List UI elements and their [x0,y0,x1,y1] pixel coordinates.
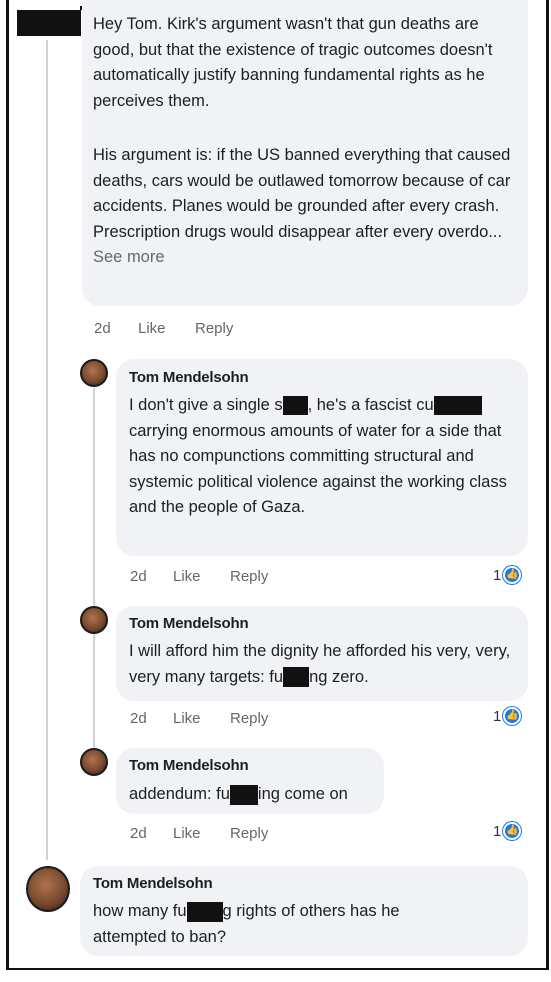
reply-author[interactable]: Tom Mendelsohn [129,367,249,389]
avatar[interactable] [80,606,108,634]
reply-time[interactable]: 2d [130,710,147,727]
like-button[interactable]: Like [173,825,201,842]
reply-button[interactable]: Reply [230,568,268,585]
redaction-box [283,667,310,688]
reply-text-part: carrying enormous amounts of water for a… [129,421,512,517]
reply-button[interactable]: Reply [230,710,268,727]
like-button[interactable]: Like [138,320,166,337]
frame-right-border [546,0,549,970]
comment-text-part: how many fu [93,902,187,920]
reply-text: addendum: fu ing come on [129,782,379,808]
reaction-count-value: 1 [493,707,502,725]
frame-bottom-border [6,968,549,970]
reaction-count[interactable]: 1 👍 [493,707,522,725]
reaction-count-value: 1 [493,566,502,584]
redaction-box [229,784,258,805]
reply-thread-line [93,388,95,768]
reply-time[interactable]: 2d [130,568,147,585]
reply-text-part: ng zero. [309,667,369,686]
comment-text-body: His argument is: if the US banned everyt… [93,146,515,241]
reply-author[interactable]: Tom Mendelsohn [129,755,249,777]
reply-text: I will afford him the dignity he afforde… [129,639,521,690]
reply-text-part: , he's a fascist cu [307,396,434,414]
reaction-count-value: 1 [493,822,502,840]
comment-text: how many fu g rights of others has he att… [93,899,453,950]
reply-text-part: I don't give a single s [129,396,283,414]
redaction-box [433,396,482,416]
like-button[interactable]: Like [173,568,201,585]
reply-author[interactable]: Tom Mendelsohn [129,613,249,635]
reaction-count[interactable]: 1 👍 [493,566,522,584]
comment-bubble: Hey Tom. Kirk's argument wasn't that gun… [82,0,528,306]
reply-bubble: Tom Mendelsohn I will afford him the dig… [116,606,528,701]
reply-button[interactable]: Reply [195,320,233,337]
reply-text: I don't give a single s , he's a fascist … [129,393,521,521]
comment-time[interactable]: 2d [94,320,111,337]
avatar[interactable] [80,748,108,776]
like-button[interactable]: Like [173,710,201,727]
thread-line [46,40,48,860]
like-icon: 👍 [503,822,522,840]
redaction-box [282,396,308,416]
reply-bubble: Tom Mendelsohn I don't give a single s , … [116,359,528,556]
redacted-avatar [17,10,81,36]
see-more-link[interactable]: See more [93,248,165,266]
reply-time[interactable]: 2d [130,825,147,842]
reply-button[interactable]: Reply [230,825,268,842]
reply-bubble: Tom Mendelsohn addendum: fu ing come on [116,748,384,814]
avatar[interactable] [80,359,108,387]
reply-text-part: addendum: fu [129,785,230,803]
frame-left-border [6,0,9,970]
comment-bubble: Tom Mendelsohn how many fu g rights of ot… [80,866,528,956]
comment-text-paragraph-1: Hey Tom. Kirk's argument wasn't that gun… [93,15,497,110]
comment-author[interactable]: Tom Mendelsohn [93,873,213,895]
comment-text-paragraph-2: His argument is: if the US banned everyt… [93,143,523,271]
avatar[interactable] [26,866,70,912]
like-icon: 👍 [503,707,522,725]
like-icon: 👍 [503,566,522,584]
reaction-count[interactable]: 1 👍 [493,822,522,840]
reply-text-part: ing come on [257,785,348,803]
redaction-box [186,901,223,922]
